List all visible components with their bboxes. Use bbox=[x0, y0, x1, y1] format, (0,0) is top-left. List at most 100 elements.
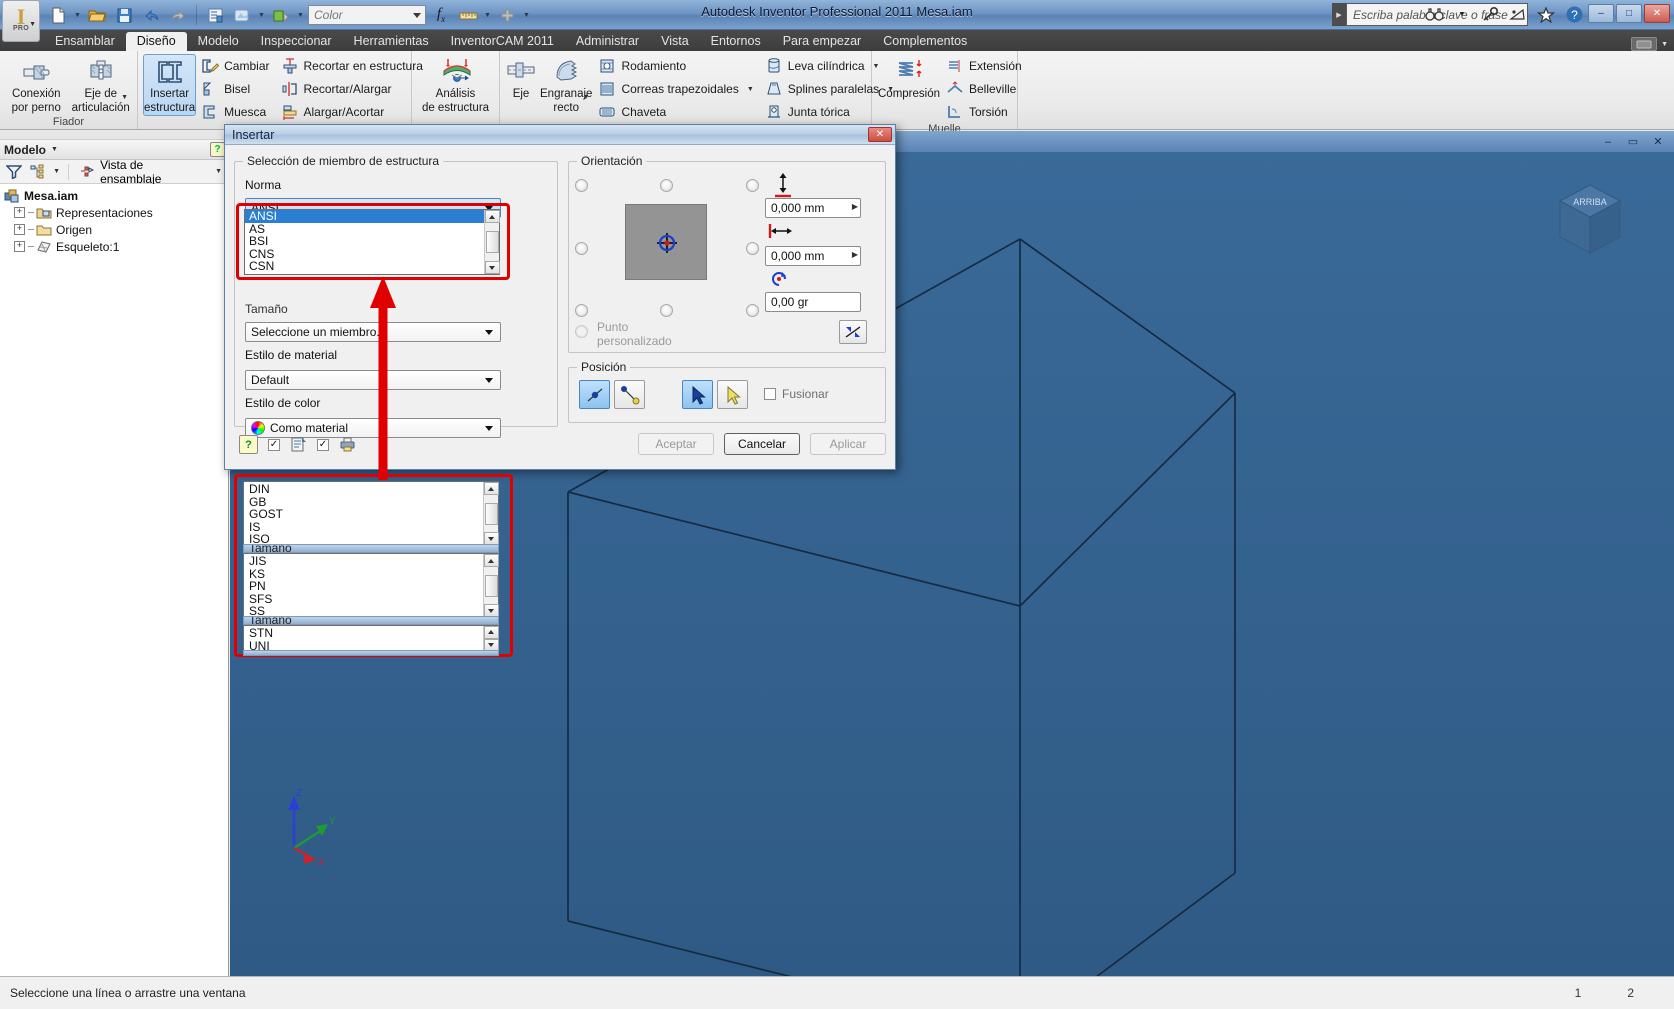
line-select-button[interactable] bbox=[579, 380, 610, 409]
spur-gear-button[interactable]: Engranaje recto ▼ bbox=[539, 54, 593, 116]
tab-vista[interactable]: Vista bbox=[650, 32, 700, 51]
expand-icon[interactable]: + bbox=[14, 224, 25, 235]
appearance-icon[interactable] bbox=[230, 3, 254, 27]
trim-to-frame-button[interactable]: Recortar en estructura bbox=[278, 55, 429, 77]
tab-entornos[interactable]: Entornos bbox=[700, 32, 772, 51]
trim-extend-button[interactable]: Recortar/Alargar bbox=[278, 78, 429, 100]
horizontal-offset-input[interactable]: 0,000 mm ▶ bbox=[765, 246, 861, 266]
orientation-radio-bottom-left[interactable] bbox=[575, 304, 588, 317]
chevron-down-icon[interactable] bbox=[481, 371, 497, 389]
insert-frame-button[interactable]: Insertar estructura bbox=[143, 54, 197, 116]
select-icon[interactable] bbox=[269, 3, 293, 27]
application-menu-button[interactable]: I PRO ▼ bbox=[2, 0, 40, 42]
chevron-down-icon[interactable] bbox=[481, 323, 497, 341]
belleville-spring-button[interactable]: Belleville bbox=[943, 78, 1028, 100]
qat-overflow-icon[interactable]: ▼ bbox=[522, 3, 531, 27]
cancel-button[interactable]: Cancelar bbox=[724, 433, 800, 455]
spinner-icon[interactable]: ▶ bbox=[852, 250, 858, 259]
assembly-view-button[interactable]: Vista de ensamblaje bbox=[75, 156, 210, 188]
dialog-help-button[interactable]: ? bbox=[239, 435, 258, 454]
dropdown-item-csn[interactable]: CSN bbox=[245, 260, 499, 273]
binoculars-icon[interactable] bbox=[1424, 5, 1444, 25]
merge-checkbox-row[interactable]: Fusionar bbox=[764, 387, 829, 401]
expand-icon[interactable]: + bbox=[14, 241, 25, 252]
tab-administrar[interactable]: Administrar bbox=[565, 32, 650, 51]
fx-icon[interactable]: fx bbox=[429, 3, 453, 27]
vertical-offset-input[interactable]: 0,000 mm ▶ bbox=[765, 198, 861, 218]
tab-ensamblar[interactable]: Ensamblar bbox=[44, 32, 126, 51]
tab-inventorcam[interactable]: InventorCAM 2011 bbox=[440, 32, 565, 51]
extension-spring-button[interactable]: Extensión bbox=[943, 55, 1028, 77]
select-all-button[interactable] bbox=[682, 380, 713, 409]
orientation-radio-top-right[interactable] bbox=[746, 179, 759, 192]
help-icon[interactable]: ? bbox=[1564, 5, 1584, 25]
chevron-down-icon[interactable] bbox=[481, 419, 497, 437]
tab-modelo[interactable]: Modelo bbox=[187, 32, 250, 51]
select-dropdown-icon[interactable]: ▼ bbox=[296, 3, 305, 27]
tab-complementos[interactable]: Complementos bbox=[872, 32, 978, 51]
add-icon[interactable] bbox=[495, 3, 519, 27]
orientation-radio-mid-right[interactable] bbox=[746, 242, 759, 255]
change-button[interactable]: Cambiar bbox=[198, 55, 275, 77]
pin-axis-button[interactable]: Eje de articulación ▼ bbox=[70, 54, 133, 116]
point-to-point-button[interactable] bbox=[614, 380, 645, 409]
scroll-thumb[interactable] bbox=[485, 231, 499, 253]
orientation-preview[interactable] bbox=[625, 204, 707, 280]
chevron-down-icon[interactable]: ▼ bbox=[1661, 41, 1668, 48]
shaft-button[interactable]: Eje bbox=[505, 54, 537, 102]
bolt-connection-button[interactable]: Conexión por perno bbox=[5, 54, 68, 116]
tree-node-esqueleto[interactable]: + Esqueleto:1 bbox=[4, 238, 228, 255]
minimize-button[interactable]: – bbox=[1588, 4, 1614, 23]
mirror-button[interactable] bbox=[839, 320, 867, 344]
measure-icon[interactable] bbox=[456, 3, 480, 27]
new-file-dropdown-icon[interactable]: ▼ bbox=[73, 3, 82, 27]
save-icon[interactable] bbox=[112, 3, 136, 27]
dropdown-scrollbar[interactable] bbox=[484, 210, 500, 274]
torsion-spring-button[interactable]: Torsión bbox=[943, 101, 1028, 123]
chevron-down-icon[interactable]: ▼ bbox=[121, 94, 128, 101]
ribbon-display-toggle[interactable] bbox=[1631, 37, 1658, 51]
naming-checkbox[interactable]: ✓ bbox=[268, 438, 280, 451]
print-bom-icon[interactable] bbox=[339, 436, 356, 453]
browser-help-button[interactable]: ? bbox=[210, 142, 225, 157]
chevron-down-icon[interactable]: ▼ bbox=[583, 94, 590, 101]
member-combo[interactable]: Seleccione un miembro... bbox=[245, 322, 501, 342]
key-icon[interactable] bbox=[1480, 5, 1500, 25]
material-style-combo[interactable]: Default bbox=[245, 370, 501, 390]
filter-icon[interactable] bbox=[4, 162, 25, 182]
expand-icon[interactable]: + bbox=[14, 207, 25, 218]
chevron-down-icon[interactable]: ▼ bbox=[51, 168, 62, 175]
tree-node-mesa[interactable]: Mesa.iam bbox=[4, 187, 228, 204]
custom-point-radio[interactable] bbox=[575, 325, 588, 338]
dropdown-item-ansi[interactable]: ANSI bbox=[245, 210, 499, 223]
insert-naming-icon[interactable] bbox=[290, 436, 307, 453]
tree-node-origen[interactable]: + Origen bbox=[4, 221, 228, 238]
tree-display-icon[interactable] bbox=[28, 162, 49, 182]
rotation-angle-input[interactable]: 0,00 gr bbox=[765, 292, 861, 312]
maximize-button[interactable]: □ bbox=[1616, 4, 1642, 23]
select-single-button[interactable] bbox=[717, 380, 748, 409]
scroll-up-icon[interactable] bbox=[484, 210, 500, 223]
notch-button[interactable]: Muesca bbox=[198, 101, 275, 123]
tab-inspeccionar[interactable]: Inspeccionar bbox=[250, 32, 343, 51]
merge-checkbox[interactable] bbox=[764, 388, 776, 400]
ok-button[interactable]: Aceptar bbox=[638, 433, 714, 455]
undo-icon[interactable] bbox=[139, 3, 163, 27]
dropdown-item-cns[interactable]: CNS bbox=[245, 247, 499, 261]
tab-herramientas[interactable]: Herramientas bbox=[343, 32, 440, 51]
v-belt-button[interactable]: Correas trapezoidales ▼ bbox=[595, 78, 759, 100]
browser-splitter[interactable] bbox=[0, 131, 228, 140]
spinner-icon[interactable]: ▶ bbox=[852, 202, 858, 211]
search-dropdown-icon[interactable]: ▶ bbox=[1332, 3, 1346, 26]
star-icon[interactable] bbox=[1536, 5, 1556, 25]
dialog-close-button[interactable]: ✕ bbox=[868, 127, 892, 142]
orientation-radio-bottom-right[interactable] bbox=[746, 304, 759, 317]
frame-analysis-button[interactable]: Análisis de estructura bbox=[417, 54, 494, 116]
orientation-radio-mid-left[interactable] bbox=[575, 242, 588, 255]
appearance-dropdown-icon[interactable]: ▼ bbox=[257, 3, 266, 27]
update-icon[interactable] bbox=[203, 3, 227, 27]
orientation-radio-top-center[interactable] bbox=[660, 179, 673, 192]
orientation-radio-bottom-center[interactable] bbox=[660, 304, 673, 317]
close-button[interactable]: ✕ bbox=[1644, 4, 1670, 23]
open-file-icon[interactable] bbox=[85, 3, 109, 27]
